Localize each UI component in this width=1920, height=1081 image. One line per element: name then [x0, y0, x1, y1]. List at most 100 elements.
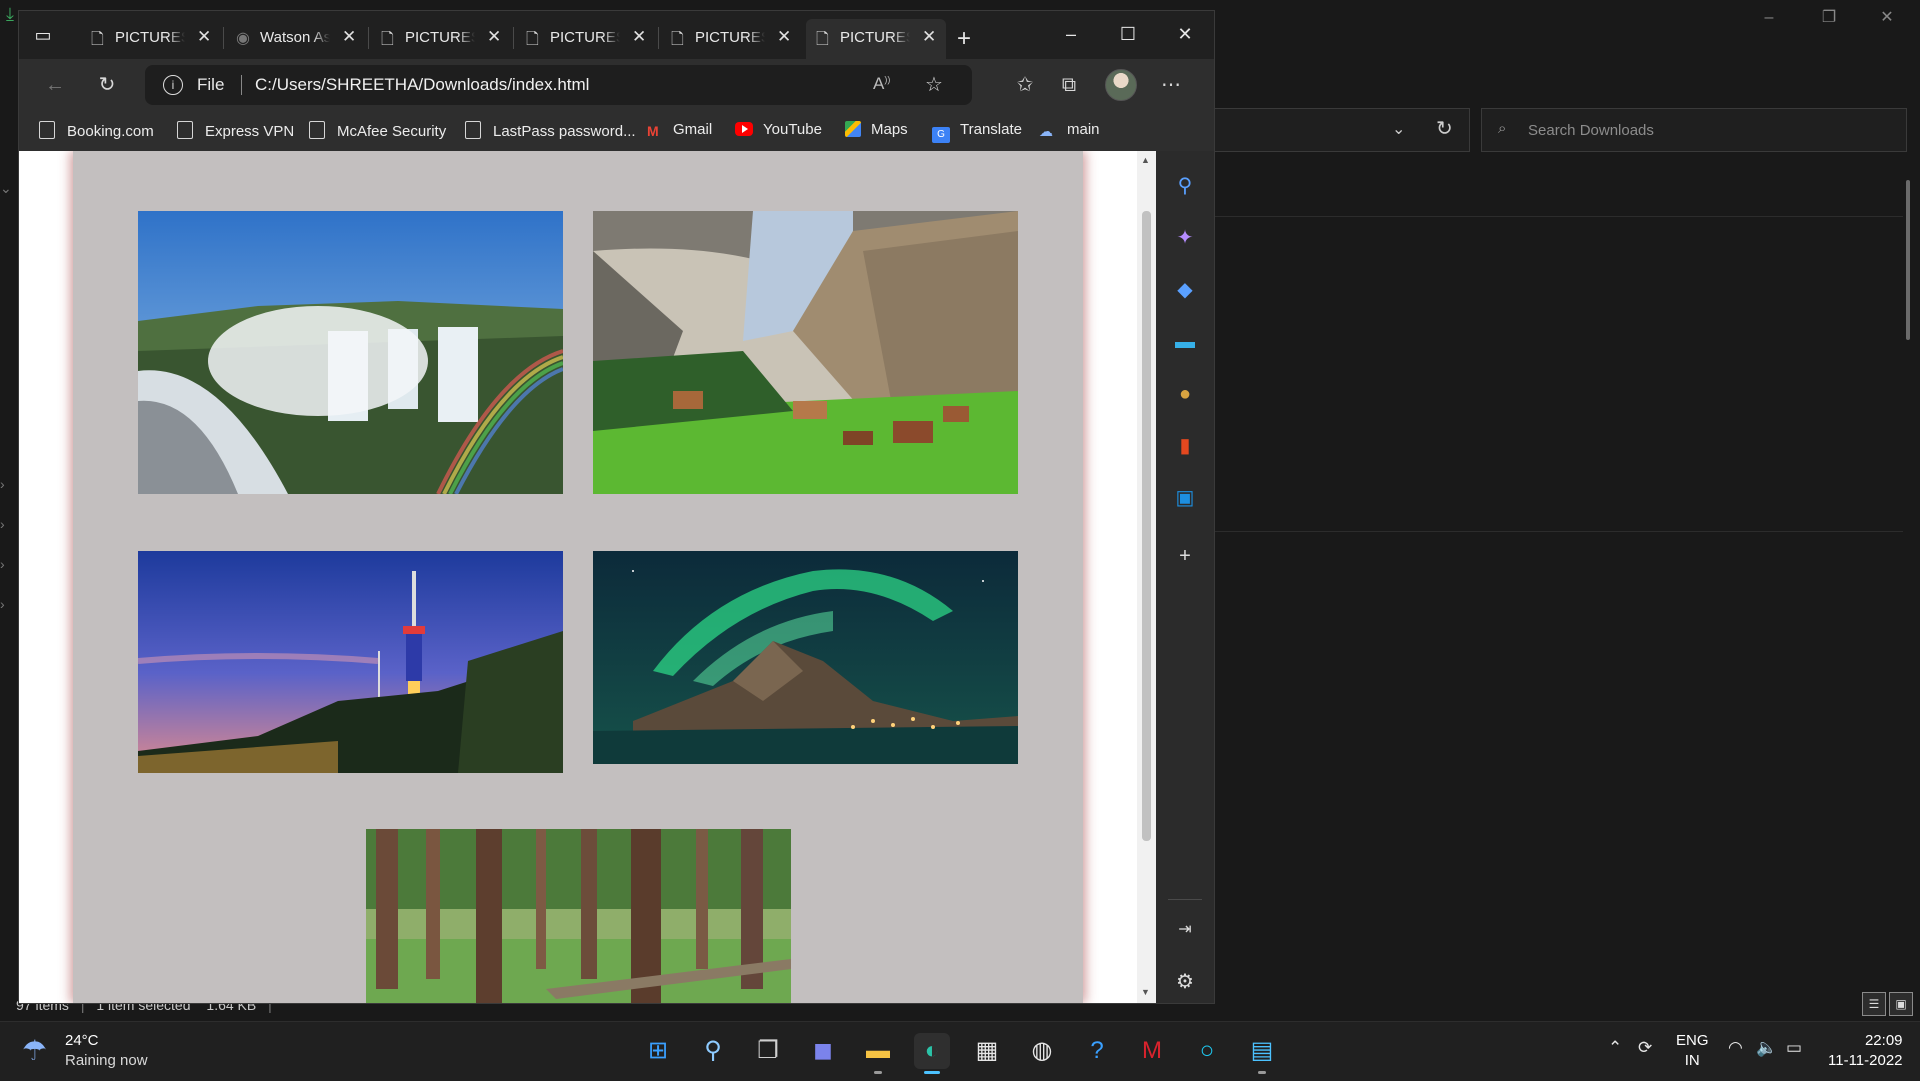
- file-explorer-icon[interactable]: ▬: [860, 1033, 896, 1074]
- settings-icon[interactable]: ⚙: [1170, 967, 1200, 997]
- page-scrollbar[interactable]: ▲ ▼: [1137, 151, 1156, 1003]
- scheme-label: File: [197, 75, 225, 94]
- chevron-right-icon[interactable]: ›: [0, 476, 18, 492]
- copilot-icon[interactable]: ✦: [1170, 223, 1200, 253]
- teams-chat-icon[interactable]: ◼: [805, 1033, 841, 1069]
- wifi-icon[interactable]: ◠: [1728, 1038, 1743, 1058]
- search-icon: ⌕: [1498, 120, 1507, 137]
- browser-toolbar: ← ↻ i File C:/Users/SHREETHA/Downloads/i…: [19, 59, 1214, 111]
- notepad-icon[interactable]: ▤: [1244, 1033, 1280, 1074]
- add-favorite-icon[interactable]: ☆: [925, 72, 943, 97]
- bookmark-translate[interactable]: G Translate: [932, 121, 1022, 143]
- microsoft-store-icon[interactable]: ▦: [969, 1033, 1005, 1069]
- search-icon[interactable]: ⚲: [695, 1033, 731, 1069]
- cortana-icon[interactable]: ○: [1189, 1033, 1225, 1069]
- bookmark-label: Booking.com: [67, 123, 154, 140]
- games-icon[interactable]: ●: [1170, 379, 1200, 409]
- page-icon: 🗋: [381, 31, 394, 48]
- battery-icon[interactable]: ▭: [1786, 1038, 1802, 1058]
- close-tab-icon[interactable]: ✕: [487, 27, 501, 47]
- language-indicator[interactable]: ENG IN: [1676, 1031, 1709, 1071]
- chevron-down-icon[interactable]: ⌄: [0, 180, 18, 197]
- sync-icon[interactable]: ⟳: [1638, 1038, 1652, 1058]
- bookmark-youtube[interactable]: YouTube: [735, 121, 822, 138]
- bookmark-booking[interactable]: Booking.com: [39, 121, 154, 140]
- edge-browser-icon[interactable]: ◐: [914, 1033, 950, 1074]
- scroll-down-icon[interactable]: ▼: [1141, 987, 1150, 997]
- refresh-button[interactable]: ↻: [91, 71, 123, 99]
- bookmark-gmail[interactable]: M Gmail: [647, 121, 712, 139]
- office-icon[interactable]: ▮: [1170, 431, 1200, 461]
- search-icon[interactable]: ⚲: [1170, 171, 1200, 201]
- back-button[interactable]: ←: [39, 71, 71, 99]
- divider: [241, 75, 242, 95]
- explorer-scrollbar[interactable]: [1906, 180, 1910, 340]
- youtube-icon: [735, 122, 753, 136]
- outlook-icon[interactable]: ▣: [1170, 483, 1200, 513]
- explorer-restore-button[interactable]: ❐: [1806, 6, 1852, 30]
- tiles-view-button[interactable]: ▣: [1889, 992, 1913, 1016]
- explorer-close-button[interactable]: ✕: [1864, 6, 1910, 30]
- tab-pictures-active[interactable]: 🗋 PICTURES ✕: [806, 19, 946, 59]
- bookmark-label: LastPass password...: [493, 123, 636, 140]
- page-icon: [465, 121, 481, 139]
- weather-description[interactable]: Raining now: [65, 1052, 148, 1069]
- explorer-search-box[interactable]: ⌕ Search Downloads: [1481, 108, 1907, 152]
- close-tab-icon[interactable]: ✕: [342, 27, 356, 47]
- bookmark-expressvpn[interactable]: Express VPN: [177, 121, 294, 140]
- bookmark-mcafee[interactable]: McAfee Security: [309, 121, 446, 140]
- info-icon[interactable]: i: [163, 75, 183, 95]
- add-icon[interactable]: +: [1170, 541, 1200, 571]
- explorer-address-bar[interactable]: ⌄ ↻: [1213, 108, 1470, 152]
- rain-umbrella-icon[interactable]: ☂: [22, 1034, 47, 1067]
- refresh-icon[interactable]: ↻: [1436, 116, 1453, 141]
- hide-sidebar-icon[interactable]: ⇥: [1170, 915, 1200, 945]
- close-window-button[interactable]: ✕: [1165, 21, 1205, 47]
- task-view-icon[interactable]: ❐: [750, 1033, 786, 1069]
- collections-icon[interactable]: ⧉: [1053, 71, 1085, 99]
- more-menu-icon[interactable]: ⋯: [1155, 71, 1187, 99]
- tab-pictures[interactable]: 🗋 PICTURES ✕: [661, 23, 801, 53]
- tab-pictures[interactable]: 🗋 PICTURES ✕: [81, 23, 224, 53]
- details-view-button[interactable]: ☰: [1862, 992, 1886, 1016]
- address-bar[interactable]: i File C:/Users/SHREETHA/Downloads/index…: [145, 65, 972, 105]
- close-tab-icon[interactable]: ✕: [922, 27, 936, 47]
- tab-watson[interactable]: ◉ Watson Assistant ✕: [226, 23, 369, 53]
- tab-pictures[interactable]: 🗋 PICTURES ✕: [516, 23, 659, 53]
- avatar[interactable]: [1105, 69, 1137, 101]
- weather-temperature[interactable]: 24°C: [65, 1032, 99, 1049]
- new-tab-button[interactable]: +: [957, 25, 971, 53]
- tools-icon[interactable]: ▬: [1170, 327, 1200, 357]
- close-tab-icon[interactable]: ✕: [632, 27, 646, 47]
- language-code: ENG: [1676, 1032, 1709, 1049]
- chevron-down-icon[interactable]: ⌄: [1392, 119, 1405, 139]
- bookmark-maps[interactable]: Maps: [845, 121, 908, 138]
- minimize-button[interactable]: –: [1051, 21, 1091, 47]
- chevron-right-icon[interactable]: ›: [0, 516, 18, 532]
- favorites-icon[interactable]: ✩: [1009, 71, 1041, 99]
- shopping-tag-icon[interactable]: ◆: [1170, 275, 1200, 305]
- close-tab-icon[interactable]: ✕: [197, 27, 211, 47]
- help-icon[interactable]: ?: [1079, 1033, 1115, 1069]
- chevron-up-icon[interactable]: ⌃: [1608, 1038, 1622, 1058]
- maximize-button[interactable]: ☐: [1108, 21, 1148, 47]
- url-text[interactable]: C:/Users/SHREETHA/Downloads/index.html: [255, 75, 589, 95]
- page-icon: 🗋: [91, 31, 104, 48]
- mcafee-icon[interactable]: M: [1134, 1033, 1170, 1069]
- volume-icon[interactable]: 🔈: [1756, 1038, 1777, 1058]
- bookmark-main[interactable]: ☁ main: [1039, 121, 1100, 139]
- scroll-up-icon[interactable]: ▲: [1141, 155, 1150, 165]
- chevron-right-icon[interactable]: ›: [0, 596, 18, 612]
- aurora-mountain-photo: [593, 551, 1018, 764]
- read-aloud-icon[interactable]: A)): [873, 74, 890, 94]
- app-icon[interactable]: ◍: [1024, 1033, 1060, 1069]
- clock[interactable]: 22:09 11-11-2022: [1828, 1031, 1903, 1071]
- explorer-minimize-button[interactable]: –: [1746, 6, 1792, 30]
- chevron-right-icon[interactable]: ›: [0, 556, 18, 572]
- tab-actions-icon[interactable]: ▭: [27, 21, 59, 49]
- close-tab-icon[interactable]: ✕: [777, 27, 791, 47]
- scrollbar-thumb[interactable]: [1142, 211, 1151, 841]
- bookmark-lastpass[interactable]: LastPass password...: [465, 121, 636, 140]
- tab-pictures[interactable]: 🗋 PICTURES ✕: [371, 23, 514, 53]
- start-button[interactable]: ⊞: [640, 1033, 676, 1069]
